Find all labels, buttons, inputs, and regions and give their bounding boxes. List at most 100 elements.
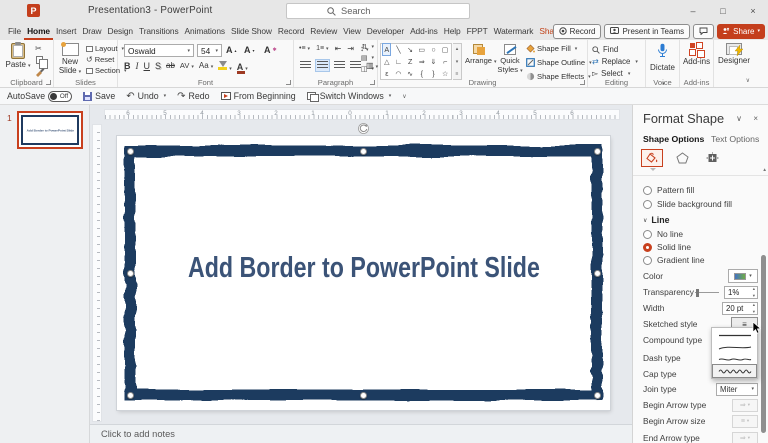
effects-icon-tab[interactable] (671, 149, 693, 167)
from-beginning-button[interactable]: From Beginning (221, 91, 296, 101)
close-button[interactable]: × (738, 0, 768, 22)
tab-developer[interactable]: Developer (364, 22, 407, 40)
maximize-button[interactable]: □ (708, 0, 738, 22)
arrange-button[interactable]: Arrange (465, 44, 493, 67)
font-color-button[interactable]: A (237, 57, 248, 75)
tab-text-options[interactable]: Text Options (711, 134, 759, 144)
resize-handle-se[interactable] (594, 392, 601, 399)
resize-handle-s[interactable] (360, 392, 367, 399)
find-button[interactable]: Find (592, 45, 618, 54)
align-center-button[interactable] (316, 60, 329, 71)
resize-handle-w[interactable] (127, 270, 134, 277)
shape-glyph[interactable]: ⇒ (419, 56, 425, 67)
align-left-button[interactable] (300, 61, 311, 70)
panel-scrollbar-thumb[interactable] (761, 255, 766, 433)
width-spinner[interactable]: 20 pt (722, 302, 758, 315)
slider-thumb[interactable] (696, 289, 699, 297)
change-case-button[interactable]: Aa (199, 61, 213, 70)
tab-shape-options[interactable]: Shape Options (643, 134, 704, 144)
quick-styles-button[interactable]: Quick Styles (494, 44, 526, 76)
shape-glyph[interactable]: ⌐ (443, 56, 447, 67)
share-button[interactable]: Share ▾ (717, 24, 765, 39)
transparency-spinner[interactable]: 1% (724, 286, 758, 299)
record-button[interactable]: Record (553, 24, 602, 39)
shape-outline-button[interactable]: Shape Outline (526, 58, 592, 67)
convert-smartart-button[interactable]: ◫ (361, 65, 374, 73)
drawing-dialog-launcher[interactable] (580, 80, 585, 85)
comments-button[interactable] (693, 24, 714, 39)
gallery-more-icon[interactable]: ≡ (456, 71, 459, 77)
radio-icon[interactable] (643, 230, 652, 239)
shape-glyph[interactable]: ▢ (442, 44, 449, 55)
bold-button[interactable]: B (124, 61, 131, 71)
panel-close-icon[interactable]: × (753, 114, 758, 123)
slide-background-fill-option[interactable]: Slide background fill (643, 197, 758, 211)
shape-glyph[interactable]: ○ (431, 44, 435, 55)
shape-glyph[interactable]: ╲ (396, 44, 400, 55)
shape-glyph[interactable]: △ (384, 56, 390, 67)
radio-icon[interactable] (643, 256, 652, 265)
tab-view[interactable]: View (340, 22, 364, 40)
text-box-shape[interactable]: A (383, 44, 390, 55)
new-slide-button[interactable]: New Slide (56, 43, 84, 77)
highlight-color-button[interactable] (218, 57, 232, 75)
join-type-select[interactable]: Miter▾ (716, 383, 758, 396)
select-button[interactable]: ▻ Select (592, 69, 630, 78)
justify-button[interactable] (350, 61, 361, 70)
radio-icon[interactable] (643, 200, 652, 209)
tab-draw[interactable]: Draw (79, 22, 104, 40)
cut-button[interactable]: ✂ (35, 44, 42, 53)
shapes-gallery[interactable]: A ╲ ↘ ▭ ○ ▢ △ ∟ Z ⇒ ⇓ ⌐ ε ◠ ∿ { } ☆ (380, 43, 452, 80)
gallery-down-icon[interactable]: ▾ (456, 59, 459, 65)
autosave-switch[interactable]: Off (48, 91, 72, 102)
tab-fppt[interactable]: FPPT (464, 22, 491, 40)
shape-glyph[interactable]: ∟ (395, 56, 402, 67)
shape-glyph[interactable]: { (421, 68, 423, 79)
copy-button[interactable] (36, 56, 43, 64)
shape-glyph[interactable]: ↘ (407, 44, 413, 55)
bullets-button[interactable]: •≡ (299, 45, 310, 52)
present-in-teams-button[interactable]: Present in Teams (604, 24, 690, 39)
slide-title-text[interactable]: Add Border to PowerPoint Slide (117, 252, 610, 285)
gallery-up-icon[interactable]: ▴ (456, 46, 459, 52)
designer-button[interactable]: Designer (714, 43, 754, 65)
tab-record[interactable]: Record (275, 22, 307, 40)
autosave-toggle[interactable]: AutoSave Off (7, 91, 72, 102)
grow-font-button[interactable]: A▴ (226, 45, 237, 55)
reset-button[interactable]: ↺Reset (86, 55, 114, 64)
numbering-button[interactable]: 1≡ (316, 45, 329, 52)
align-text-button[interactable]: ▤ (361, 54, 374, 62)
strikethrough-button[interactable]: ab (166, 61, 175, 70)
resize-handle-n[interactable] (360, 148, 367, 155)
character-spacing-button[interactable]: AV (180, 61, 194, 70)
sketched-option-curved[interactable] (713, 341, 756, 353)
align-right-button[interactable] (334, 61, 345, 70)
size-properties-icon-tab[interactable] (701, 149, 723, 167)
addins-button[interactable]: Add-ins (680, 43, 713, 66)
search-box[interactable]: Search (286, 3, 470, 19)
font-size-combo[interactable]: 54▾ (197, 44, 222, 57)
line-color-button[interactable]: ▾ (728, 269, 758, 283)
sketched-option-scribble[interactable] (713, 365, 756, 377)
redo-button[interactable]: ↷Redo (177, 91, 209, 102)
radio-selected-icon[interactable] (643, 243, 652, 252)
tab-transitions[interactable]: Transitions (136, 22, 182, 40)
slide[interactable]: Add Border to PowerPoint Slide (117, 136, 610, 410)
sketched-option-straight[interactable] (713, 329, 756, 341)
undo-button[interactable]: ↶Undo (126, 91, 166, 102)
slide-thumbnail[interactable]: Add Border to PowerPoint Slide (17, 111, 83, 149)
shrink-font-button[interactable]: A▾ (244, 45, 255, 55)
no-line-option[interactable]: No line (643, 227, 758, 241)
text-shadow-button[interactable]: S (155, 61, 161, 71)
format-painter-button[interactable] (35, 67, 45, 77)
resize-handle-ne[interactable] (594, 148, 601, 155)
notes-area[interactable]: Click to add notes (90, 424, 632, 443)
tab-design[interactable]: Design (105, 22, 136, 40)
tab-animations[interactable]: Animations (182, 22, 228, 40)
shape-glyph[interactable]: } (432, 68, 434, 79)
shape-glyph[interactable]: ☆ (442, 68, 448, 79)
text-direction-button[interactable]: ⇅ (362, 43, 374, 51)
line-section-header[interactable]: ∨Line (643, 213, 758, 227)
tab-review[interactable]: Review (307, 22, 340, 40)
clear-formatting-button[interactable]: A✱ (264, 45, 277, 55)
